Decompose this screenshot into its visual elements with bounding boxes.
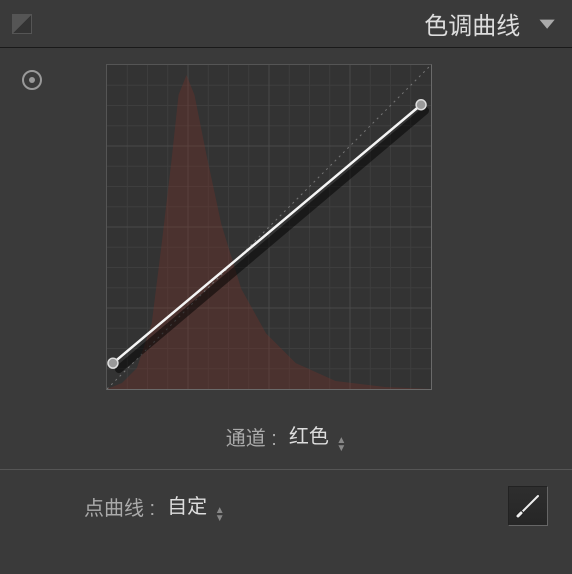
channel-row: 通道 : 红色 ▲ ▼ (16, 420, 556, 453)
target-dot-icon (29, 77, 35, 83)
stepper-icon[interactable]: ▲ ▼ (215, 507, 225, 523)
point-curve-label: 点曲线 : (84, 492, 155, 521)
stepper-icon[interactable]: ▲ ▼ (336, 437, 346, 453)
footer-row: 点曲线 : 自定 ▲ ▼ (0, 470, 572, 542)
collapse-icon[interactable]: ▼ (534, 14, 560, 33)
panel-title: 色调曲线 (424, 6, 520, 41)
panel-toggle-swatch[interactable] (12, 14, 32, 34)
tone-curve-graph[interactable] (106, 64, 432, 390)
curve-area (16, 64, 556, 390)
chevron-down-icon: ▼ (215, 515, 225, 523)
point-curve-selector[interactable]: 自定 ▲ ▼ (167, 490, 224, 523)
channel-value: 红色 (289, 426, 329, 448)
channel-label: 通道 : (226, 422, 277, 451)
targeted-adjustment-icon[interactable] (22, 70, 42, 90)
panel-header: 色调曲线 ▼ (0, 0, 572, 48)
chevron-down-icon: ▼ (336, 445, 346, 453)
point-curve-value: 自定 (167, 496, 207, 518)
edit-point-curve-button[interactable] (508, 486, 548, 526)
channel-selector[interactable]: 红色 ▲ ▼ (289, 420, 346, 453)
curve-edit-icon (515, 493, 541, 519)
